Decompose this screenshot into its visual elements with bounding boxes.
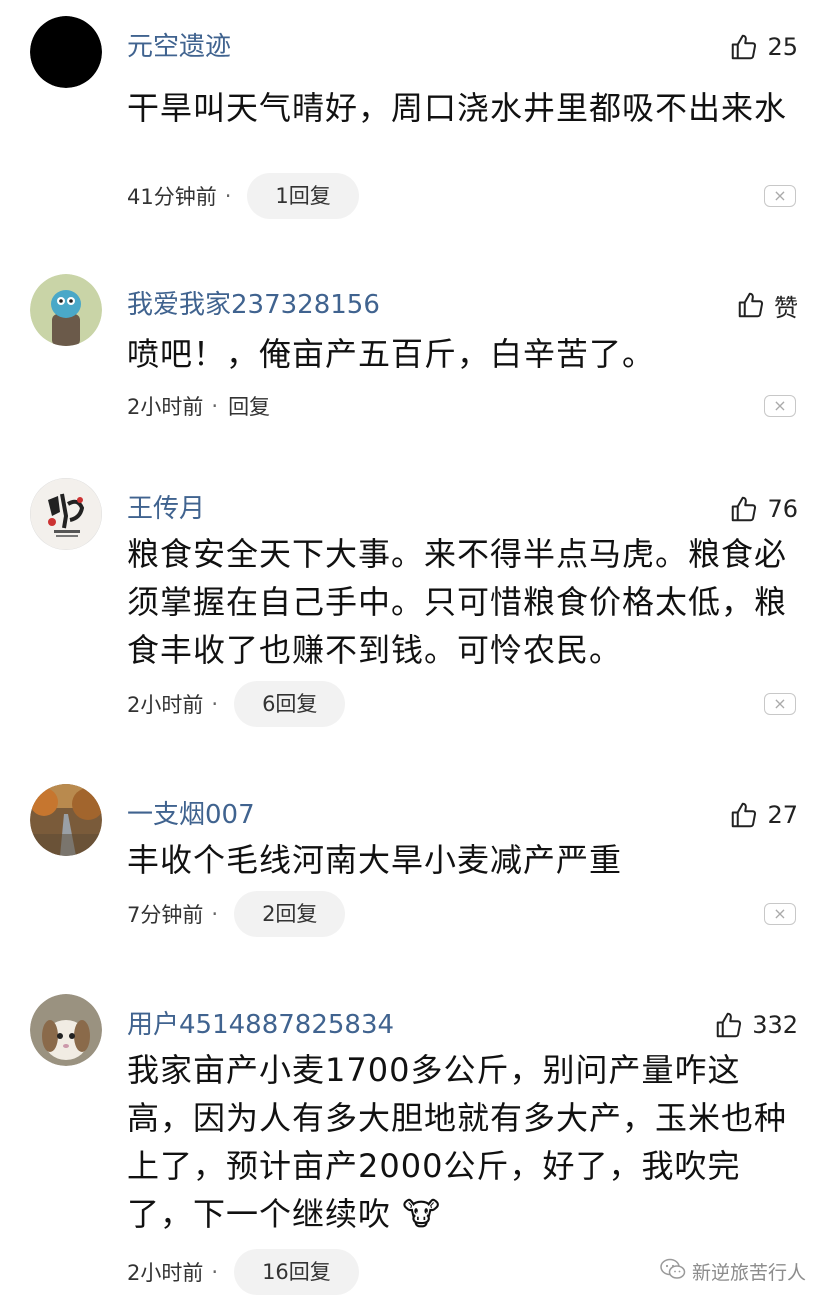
comment-time: 7分钟前 xyxy=(127,903,204,927)
comment-meta: 2小时前 · 6回复 xyxy=(127,680,346,728)
wechat-icon xyxy=(660,1258,686,1285)
username[interactable]: 用户4514887825834 xyxy=(127,1008,394,1042)
close-icon: × xyxy=(773,904,787,923)
like-button[interactable]: 27 xyxy=(729,798,798,832)
avatar[interactable] xyxy=(30,478,102,550)
comment-time: 41分钟前 xyxy=(127,185,217,209)
meta-separator: · xyxy=(211,1260,219,1284)
close-icon: × xyxy=(773,694,787,713)
comment-text-content: 我家亩产小麦1700多公斤，别问产量咋这高，因为人有多大胆地就有多大产，玉米也种… xyxy=(127,1051,788,1233)
comment-meta: 2小时前 · 回复 xyxy=(127,382,270,430)
thumbs-up-icon xyxy=(729,800,759,830)
comment-text: 粮食安全天下大事。来不得半点马虎。粮食必须掌握在自己手中。只可惜粮食价格太低，粮… xyxy=(127,535,788,669)
dismiss-button[interactable]: × xyxy=(764,395,796,417)
comment-meta: 41分钟前 · 1回复 xyxy=(127,172,359,220)
reply-button[interactable]: 16回复 xyxy=(234,1249,359,1295)
like-count: 332 xyxy=(752,1011,798,1039)
comment-text: 喷吧！，俺亩产五百斤，白辛苦了。 xyxy=(127,335,656,373)
reply-button[interactable]: 6回复 xyxy=(234,681,346,727)
avatar[interactable] xyxy=(30,994,102,1066)
meta-separator: · xyxy=(224,184,232,208)
username[interactable]: 我爱我家237328156 xyxy=(127,288,380,322)
comment-time: 2小时前 xyxy=(127,693,204,717)
comment-meta: 7分钟前 · 2回复 xyxy=(127,890,346,938)
cow-emoji: 🐮 xyxy=(402,1195,442,1233)
close-icon: × xyxy=(773,186,787,205)
comment-time: 2小时前 xyxy=(127,395,204,419)
username[interactable]: 一支烟007 xyxy=(127,798,255,832)
username[interactable]: 王传月 xyxy=(127,492,205,526)
dismiss-button[interactable]: × xyxy=(764,185,796,207)
reply-button[interactable]: 回复 xyxy=(228,391,270,421)
thumbs-up-icon xyxy=(714,1010,744,1040)
comment-text: 干旱叫天气晴好，周口浇水井里都吸不出来水 xyxy=(127,89,788,127)
avatar[interactable] xyxy=(30,784,102,856)
avatar[interactable] xyxy=(30,16,102,88)
close-icon: × xyxy=(773,396,787,415)
thumbs-up-icon xyxy=(729,32,759,62)
reply-button[interactable]: 2回复 xyxy=(234,891,346,937)
thumbs-up-icon xyxy=(736,290,766,320)
dismiss-button[interactable]: × xyxy=(764,693,796,715)
username[interactable]: 元空遗迹 xyxy=(127,30,231,64)
watermark-text: 新逆旅苦行人 xyxy=(691,1262,806,1284)
like-count: 27 xyxy=(767,801,798,829)
thumbs-up-icon xyxy=(729,494,759,524)
meta-separator: · xyxy=(211,394,219,418)
like-button[interactable]: 332 xyxy=(714,1008,798,1042)
like-button[interactable]: 76 xyxy=(729,492,798,526)
dismiss-button[interactable]: × xyxy=(764,903,796,925)
like-count: 25 xyxy=(767,33,798,61)
comment-text: 我家亩产小麦1700多公斤，别问产量咋这高，因为人有多大胆地就有多大产，玉米也种… xyxy=(127,1046,799,1238)
like-button[interactable]: 25 xyxy=(729,30,798,64)
avatar[interactable] xyxy=(30,274,102,346)
meta-separator: · xyxy=(211,692,219,716)
like-count: 76 xyxy=(767,495,798,523)
meta-separator: · xyxy=(211,902,219,926)
comment-time: 2小时前 xyxy=(127,1261,204,1285)
comment-meta: 2小时前 · 16回复 xyxy=(127,1248,359,1296)
reply-button[interactable]: 1回复 xyxy=(247,173,359,219)
like-button[interactable]: 赞 xyxy=(736,288,798,322)
comment-text: 丰收个毛线河南大旱小麦减产严重 xyxy=(127,841,623,879)
watermark: 新逆旅苦行人 xyxy=(660,1258,806,1285)
like-label: 赞 xyxy=(774,293,798,322)
